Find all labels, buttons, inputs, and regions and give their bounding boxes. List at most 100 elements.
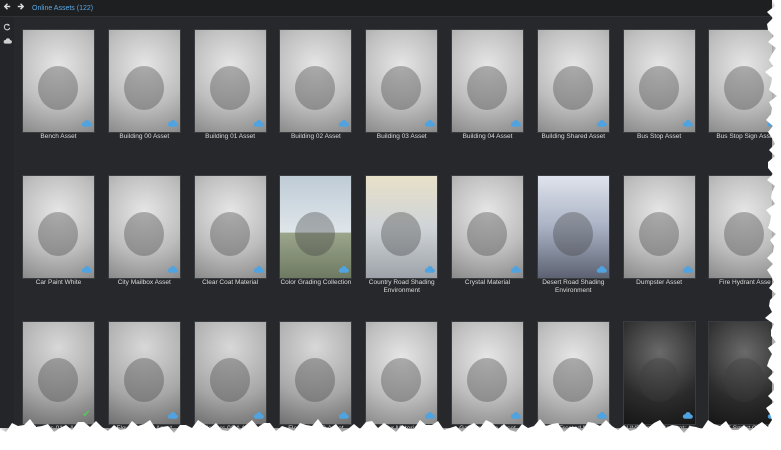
asset-preview-icon (381, 212, 422, 256)
asset-preview-icon (209, 66, 250, 110)
asset-preview-icon (552, 358, 593, 402)
asset-thumbnail (193, 29, 267, 133)
asset-tile[interactable]: Desert Road Shading Environment (536, 175, 610, 294)
asset-thumbnail (536, 321, 610, 425)
asset-preview-icon (638, 66, 679, 110)
cloud-download-icon[interactable] (682, 119, 693, 128)
asset-label: City Mailbox Asset (117, 279, 171, 286)
asset-preview-icon (38, 212, 78, 256)
refresh-button[interactable] (0, 21, 14, 35)
cloud-download-icon[interactable] (167, 265, 178, 274)
refresh-icon (3, 23, 11, 31)
asset-preview-icon (638, 212, 679, 256)
asset-thumbnail (622, 321, 696, 425)
asset-thumbnail: ✔ (22, 321, 95, 425)
asset-preview-icon (552, 66, 593, 110)
asset-tile[interactable]: Building Shared Asset (536, 29, 610, 140)
asset-tile[interactable]: Glass Frosted Material (536, 321, 610, 428)
asset-tile[interactable]: Building 04 Asset (451, 29, 524, 140)
asset-tile[interactable]: Bus Stop Asset (622, 29, 696, 140)
asset-label: Building 04 Asset (462, 133, 513, 140)
asset-label: Crystal Material (464, 279, 511, 286)
arrow-right-icon (17, 3, 24, 10)
cloud-download-icon[interactable] (81, 119, 92, 128)
asset-tile[interactable]: Car Paint White (22, 175, 95, 286)
asset-preview-icon (123, 212, 164, 256)
asset-tile[interactable]: Building 03 Asset (365, 29, 439, 140)
asset-preview-icon (209, 358, 250, 402)
asset-tile[interactable]: Fur Material (365, 321, 439, 428)
top-bar: Online Assets (122) (0, 0, 772, 17)
asset-thumbnail (622, 175, 696, 279)
asset-label: Country Road Shading Environment (368, 279, 435, 294)
asset-label: Building 01 Asset (205, 133, 256, 140)
side-toolbar (0, 17, 14, 428)
asset-tile[interactable]: Bench Asset (22, 29, 95, 140)
cloud-download-icon[interactable] (596, 265, 607, 274)
asset-tile[interactable]: Color Grading Collection (279, 175, 353, 286)
asset-thumbnail (107, 321, 181, 425)
asset-preview-icon (123, 66, 164, 110)
asset-preview-icon (638, 358, 679, 402)
asset-label: Bus Stop Asset (637, 133, 682, 140)
cloud-download-icon[interactable] (253, 119, 264, 128)
asset-thumbnail (279, 321, 353, 425)
asset-preview-icon (467, 66, 507, 110)
cloud-download-icon[interactable] (510, 119, 521, 128)
cloud-download-icon[interactable] (253, 265, 264, 274)
asset-tile[interactable]: Garbage Can Asset (451, 321, 524, 428)
cloud-download-icon[interactable] (81, 265, 92, 274)
asset-preview-icon (295, 358, 336, 402)
asset-tile[interactable]: Building 01 Asset (193, 29, 267, 140)
forward-button[interactable] (14, 1, 26, 15)
cloud-download-icon[interactable] (338, 265, 350, 274)
asset-label: Building 03 Asset (376, 133, 427, 140)
cloud-filter-button[interactable] (0, 35, 14, 49)
asset-label: Color Grading Collection (280, 279, 352, 286)
asset-thumbnail (536, 29, 610, 133)
asset-thumbnail (107, 175, 181, 279)
asset-label: Bench Asset (40, 133, 77, 140)
asset-thumbnail (193, 175, 267, 279)
asset-tile[interactable]: ✔Flowers 01 A Asset (22, 321, 95, 428)
asset-thumbnail (536, 175, 610, 279)
asset-tile[interactable]: City Mailbox Asset (107, 175, 181, 286)
cloud-download-icon[interactable] (682, 265, 693, 274)
back-button[interactable] (1, 1, 13, 15)
asset-thumbnail (365, 175, 439, 279)
torn-edge-right (765, 0, 781, 450)
cloud-download-icon[interactable] (596, 119, 607, 128)
breadcrumb[interactable]: Online Assets (122) (32, 5, 93, 12)
asset-tile[interactable]: Flowers 02 A Asset (193, 321, 267, 428)
torn-edge-bottom (0, 419, 781, 450)
asset-thumbnail (451, 29, 524, 133)
asset-thumbnail (622, 29, 696, 133)
asset-thumbnail (451, 321, 524, 425)
asset-tile[interactable]: Country Road Shading Environment (365, 175, 439, 294)
asset-thumbnail (107, 29, 181, 133)
asset-preview-icon (295, 66, 336, 110)
cloud-download-icon[interactable] (338, 119, 350, 128)
cloud-icon (3, 38, 12, 44)
asset-preview-icon (123, 358, 164, 402)
asset-thumbnail (279, 29, 353, 133)
asset-tile[interactable]: Dumpster Asset (622, 175, 696, 286)
asset-tile[interactable]: Clear Coat Material (193, 175, 267, 286)
asset-tile[interactable]: Building 02 Asset (279, 29, 353, 140)
asset-tile[interactable]: Flowers 02 B Asset (279, 321, 353, 428)
asset-thumbnail (279, 175, 353, 279)
asset-tile[interactable]: LIVE Smart Content: A (622, 321, 696, 428)
arrow-left-icon (3, 3, 10, 10)
cloud-download-icon[interactable] (424, 119, 436, 128)
asset-tile[interactable]: Crystal Material (451, 175, 524, 286)
asset-tile[interactable]: Flowers 01 B Asset (107, 321, 181, 428)
asset-tile[interactable]: Building 00 Asset (107, 29, 181, 140)
asset-thumbnail (365, 321, 439, 425)
asset-thumbnail (193, 321, 267, 425)
asset-thumbnail (365, 29, 439, 133)
cloud-download-icon[interactable] (424, 265, 436, 274)
cloud-download-icon[interactable] (167, 119, 178, 128)
cloud-download-icon[interactable] (510, 265, 521, 274)
asset-thumbnail (451, 175, 524, 279)
asset-preview-icon (467, 358, 507, 402)
